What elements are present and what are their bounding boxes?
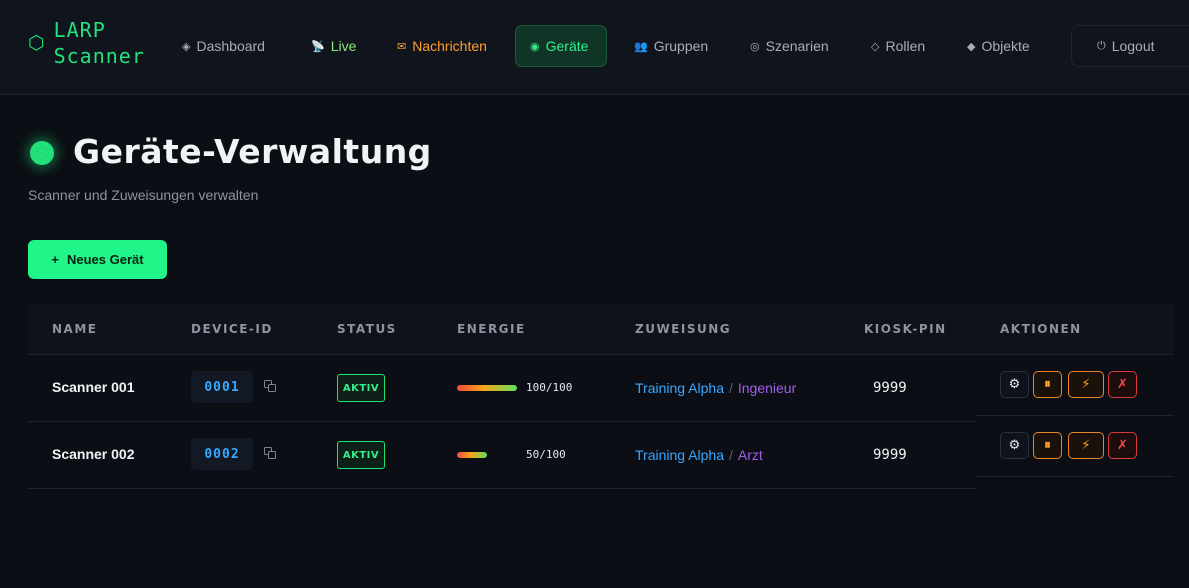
assignment: Training Alpha / Ingenieur [635, 380, 796, 396]
row-actions: ⚙ ⏸ ⚡ ✗ [976, 416, 1174, 477]
table-header: NAME DEVICE-ID STATUS ENERGIE ZUWEISUNG … [28, 303, 1174, 355]
device-id-value: 0002 [191, 438, 253, 470]
energy-bar [457, 452, 517, 458]
column-header-aktionen: AKTIONEN [1000, 322, 1082, 336]
column-header-device-id[interactable]: DEVICE-ID [191, 322, 273, 336]
pause-icon: ⏸ [1044, 377, 1051, 392]
row-actions: ⚙ ⏸ ⚡ ✗ [976, 355, 1174, 416]
top-navigation: ⬡ LARP Scanner ◈ Dashboard 📡 Live ✉ Nach… [0, 0, 1189, 95]
column-header-name[interactable]: NAME [52, 322, 97, 336]
target-circle-icon: ◎ [750, 40, 760, 53]
assignment-separator: / [728, 380, 733, 396]
logout-button[interactable]: ⏻ Logout [1071, 25, 1189, 67]
brand-title: LARP Scanner [54, 17, 145, 69]
pause-icon: ⏸ [1044, 438, 1051, 453]
status-indicator-core [36, 147, 48, 159]
column-header-status[interactable]: STATUS [337, 322, 397, 336]
brand-line-2: Scanner [53, 44, 145, 68]
page-title: Geräte-Verwaltung [73, 132, 432, 171]
column-header-zuweisung[interactable]: ZUWEISUNG [635, 322, 731, 336]
nav-item-gruppen[interactable]: 👥 Gruppen [620, 25, 722, 67]
nav-item-label: Gruppen [653, 38, 709, 54]
nav-item-label: Dashboard [196, 38, 265, 54]
device-id-value: 0001 [191, 371, 253, 403]
outline-diamond-icon: ◇ [871, 40, 880, 53]
nav-item-label: Nachrichten [412, 38, 487, 54]
table-row: Scanner 001 0001 AKTIV 100/100 Training … [28, 355, 976, 422]
users-icon: 👥 [634, 40, 648, 53]
radio-dot-icon: ◉ [530, 40, 540, 53]
close-icon: ✗ [1117, 377, 1128, 392]
satellite-dish-icon: 📡 [311, 40, 325, 53]
pause-button[interactable]: ⏸ [1033, 432, 1062, 459]
envelope-icon: ✉ [397, 40, 407, 53]
nav-item-nachrichten[interactable]: ✉ Nachrichten [383, 25, 501, 67]
nav-item-objekte[interactable]: ◆ Objekte [953, 25, 1044, 67]
status-badge: AKTIV [337, 441, 385, 469]
device-name: Scanner 002 [52, 446, 135, 462]
nav-item-label: Rollen [885, 38, 926, 54]
energy-value: 50/100 [526, 448, 566, 461]
assignment-scenario-link[interactable]: Training Alpha [635, 447, 724, 463]
column-header-energie[interactable]: ENERGIE [457, 322, 526, 336]
energy-bar-fill [457, 385, 517, 391]
nav-item-label: Szenarien [765, 38, 829, 54]
new-device-button[interactable]: + Neues Gerät [28, 240, 167, 279]
energy-bar [457, 385, 517, 391]
page-subtitle: Scanner und Zuweisungen verwalten [28, 187, 259, 203]
close-icon: ✗ [1117, 438, 1128, 453]
assignment-role-link[interactable]: Ingenieur [738, 380, 796, 396]
nav-item-live[interactable]: 📡 Live [297, 25, 370, 67]
nav-item-label: Live [330, 38, 357, 54]
brand[interactable]: ⬡ LARP Scanner [28, 17, 145, 69]
plus-icon: + [51, 252, 59, 267]
power-icon: ⏻ [1097, 39, 1106, 52]
logout-label: Logout [1111, 38, 1155, 54]
lightning-icon: ⚡ [1081, 438, 1091, 453]
nav-item-label: Objekte [981, 38, 1030, 54]
column-header-kiosk-pin[interactable]: KIOSK-PIN [864, 322, 947, 336]
assignment-separator: / [728, 447, 733, 463]
status-badge: AKTIV [337, 374, 385, 402]
assignment: Training Alpha / Arzt [635, 447, 763, 463]
settings-button[interactable]: ⚙ [1000, 432, 1029, 459]
assignment-role-link[interactable]: Arzt [738, 447, 763, 463]
energy-value: 100/100 [526, 381, 573, 394]
settings-button[interactable]: ⚙ [1000, 371, 1029, 398]
gear-icon: ⚙ [1008, 438, 1021, 453]
diamond-icon: ◈ [182, 40, 191, 53]
energy-button[interactable]: ⚡ [1068, 371, 1104, 398]
nav-item-dashboard[interactable]: ◈ Dashboard [168, 25, 279, 67]
copy-icon[interactable] [264, 447, 276, 459]
energy-button[interactable]: ⚡ [1068, 432, 1104, 459]
nav-item-rollen[interactable]: ◇ Rollen [857, 25, 939, 67]
assignment-scenario-link[interactable]: Training Alpha [635, 380, 724, 396]
filled-diamond-icon: ◆ [967, 40, 976, 53]
energy-bar-fill [457, 452, 487, 458]
delete-button[interactable]: ✗ [1108, 432, 1137, 459]
kiosk-pin: 9999 [873, 380, 907, 396]
new-device-label: Neues Gerät [67, 252, 144, 267]
nav-item-szenarien[interactable]: ◎ Szenarien [736, 25, 843, 67]
brand-line-1: LARP [53, 18, 106, 42]
delete-button[interactable]: ✗ [1108, 371, 1137, 398]
nav-item-geraete[interactable]: ◉ Geräte [515, 25, 607, 67]
table-row: Scanner 002 0002 AKTIV 50/100 Training A… [28, 422, 976, 489]
pause-button[interactable]: ⏸ [1033, 371, 1062, 398]
gear-icon: ⚙ [1008, 377, 1021, 392]
copy-icon[interactable] [264, 380, 276, 392]
nav-item-label: Geräte [545, 38, 589, 54]
device-name: Scanner 001 [52, 379, 135, 395]
lightning-icon: ⚡ [1081, 377, 1091, 392]
hexagon-logo-icon: ⬡ [28, 31, 45, 54]
kiosk-pin: 9999 [873, 447, 907, 463]
